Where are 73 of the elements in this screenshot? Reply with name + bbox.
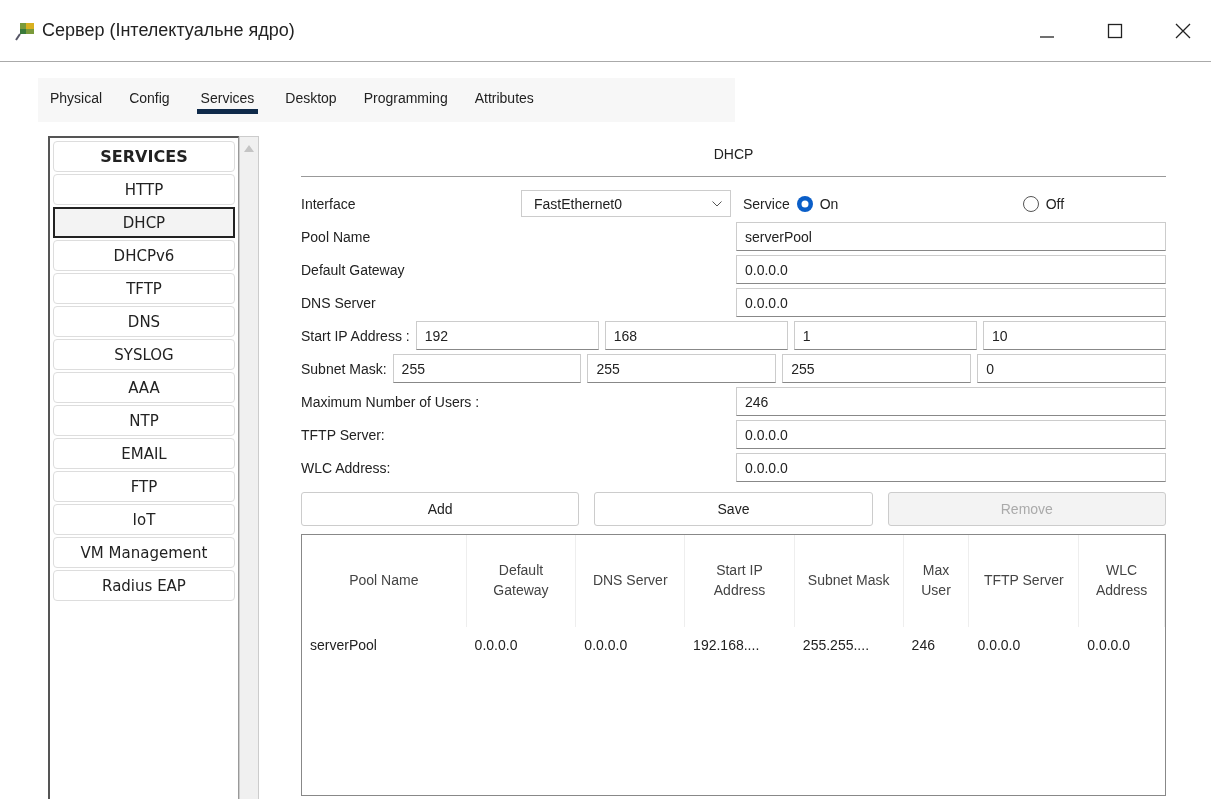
tab[interactable]: Programming: [363, 86, 448, 114]
field-label: Interface: [301, 195, 357, 212]
input-field[interactable]: 246: [736, 387, 1166, 416]
column-header: Subnet Mask: [794, 535, 904, 627]
radio-button[interactable]: [1021, 194, 1040, 213]
column-header: WLC Address: [1079, 535, 1165, 627]
field-label: Maximum Number of Users :: [301, 393, 481, 410]
service-item[interactable]: Radius EAP: [53, 570, 235, 601]
radio-label: On: [819, 195, 839, 212]
services-heading: SERVICES: [53, 141, 235, 172]
service-item[interactable]: DNS: [53, 306, 235, 337]
service-item[interactable]: AAA: [53, 372, 235, 403]
field-label: Pool Name: [301, 228, 372, 245]
service-item[interactable]: EMAIL: [53, 438, 235, 469]
input-field[interactable]: 0.0.0.0: [736, 453, 1166, 482]
field-label: Subnet Mask:: [301, 360, 387, 377]
tab[interactable]: Desktop: [285, 86, 337, 114]
table-cell-text: 0.0.0.0: [583, 636, 629, 655]
column-header: Start IP Address: [685, 535, 795, 627]
octet-field[interactable]: 10: [982, 321, 1166, 350]
service-item[interactable]: VM Management: [53, 537, 235, 568]
maximize-icon[interactable]: [1107, 22, 1123, 39]
section-title: DHCP: [712, 145, 755, 164]
service-item[interactable]: SYSLOG: [53, 339, 235, 370]
tab[interactable]: Config: [129, 86, 170, 114]
service-item[interactable]: IoT: [53, 504, 235, 535]
table-cell-text: 0.0.0.0: [1086, 636, 1132, 655]
service-item[interactable]: DHCPv6: [53, 240, 235, 271]
scrollbar[interactable]: [239, 136, 259, 799]
table-cell-text: 0.0.0.0: [473, 636, 519, 655]
window-title: Сервер (Інтелектуальне ядро): [42, 20, 295, 41]
close-icon[interactable]: [1175, 22, 1191, 39]
field-label: Start IP Address :: [301, 327, 410, 344]
octet-field[interactable]: 255: [782, 354, 972, 383]
column-header: TFTP Server: [969, 535, 1080, 627]
input-field[interactable]: 0.0.0.0: [736, 420, 1166, 449]
octet-field[interactable]: 255: [392, 354, 582, 383]
table-cell-text: 0.0.0.0: [976, 636, 1022, 655]
input-field[interactable]: 0.0.0.0: [736, 255, 1166, 284]
octet-field[interactable]: 0: [977, 354, 1166, 383]
field-label: Service: [743, 195, 790, 212]
column-header: Max User: [903, 535, 970, 627]
service-item[interactable]: FTP: [53, 471, 235, 502]
field-label: Default Gateway: [301, 261, 406, 278]
octet-field[interactable]: 192: [415, 321, 599, 350]
service-item[interactable]: DHCP: [53, 207, 235, 238]
input-field[interactable]: 0.0.0.0: [736, 288, 1166, 317]
octet-field[interactable]: 255: [587, 354, 777, 383]
tab[interactable]: Services: [196, 86, 259, 114]
service-item[interactable]: TFTP: [53, 273, 235, 304]
action-button[interactable]: Add: [301, 492, 580, 526]
field-label: WLC Address:: [301, 459, 392, 476]
table-cell-text: 246: [910, 636, 936, 655]
column-header: Pool Name: [302, 535, 467, 627]
tab[interactable]: Attributes: [474, 86, 534, 114]
field-label: TFTP Server:: [301, 426, 386, 443]
service-item[interactable]: HTTP: [53, 174, 235, 205]
input-field[interactable]: serverPool: [736, 222, 1166, 251]
octet-field[interactable]: 168: [604, 321, 788, 350]
octet-field[interactable]: 1: [793, 321, 977, 350]
column-header: Default Gateway: [466, 535, 577, 627]
radio-button[interactable]: [795, 194, 814, 213]
radio-label: Off: [1045, 195, 1065, 212]
chevron-down-icon: [712, 200, 722, 207]
table-cell-text: serverPool: [309, 636, 378, 655]
tab[interactable]: Physical: [50, 86, 103, 114]
interface-dropdown[interactable]: FastEthernet0: [521, 190, 731, 217]
column-header: DNS Server: [576, 535, 686, 627]
table-cell-text: 192.168....: [692, 636, 761, 655]
field-label: DNS Server: [301, 294, 377, 311]
service-item[interactable]: NTP: [53, 405, 235, 436]
table-cell-text: 255.255....: [801, 636, 871, 655]
action-button[interactable]: Save: [594, 492, 873, 526]
